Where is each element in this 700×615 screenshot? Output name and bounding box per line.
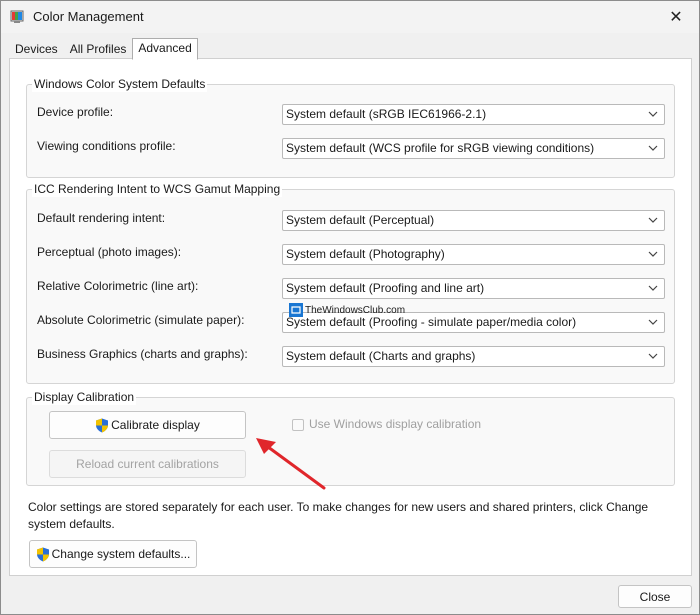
- absolute-colorimetric-value: System default (Proofing - simulate pape…: [286, 315, 577, 329]
- chevron-down-icon: [648, 251, 658, 257]
- color-management-window: Color Management ✕ Devices All Profiles …: [0, 0, 700, 615]
- uac-shield-icon: [36, 547, 49, 561]
- perceptual-dropdown[interactable]: System default (Photography): [282, 244, 665, 265]
- watermark-logo-icon: [289, 303, 303, 317]
- default-intent-dropdown[interactable]: System default (Perceptual): [282, 210, 665, 231]
- use-windows-calibration-checkbox[interactable]: [292, 419, 304, 431]
- color-management-app-icon: [10, 10, 24, 23]
- absolute-colorimetric-label: Absolute Colorimetric (simulate paper):: [37, 313, 245, 327]
- chevron-down-icon: [648, 217, 658, 223]
- default-intent-value: System default (Perceptual): [286, 213, 435, 227]
- default-intent-label: Default rendering intent:: [37, 211, 166, 225]
- chevron-down-icon: [648, 285, 658, 291]
- chevron-down-icon: [648, 319, 658, 325]
- window-title: Color Management: [33, 9, 144, 24]
- viewing-conditions-value: System default (WCS profile for sRGB vie…: [286, 141, 595, 155]
- icc-mapping-group: ICC Rendering Intent to WCS Gamut Mappin…: [26, 181, 675, 384]
- close-icon: ✕: [669, 9, 683, 26]
- device-profile-label: Device profile:: [37, 105, 114, 119]
- change-system-defaults-button[interactable]: Change system defaults...: [29, 540, 197, 568]
- relative-colorimetric-label: Relative Colorimetric (line art):: [37, 279, 199, 293]
- use-windows-calibration-label: Use Windows display calibration: [309, 417, 482, 431]
- icc-mapping-title: ICC Rendering Intent to WCS Gamut Mappin…: [32, 181, 283, 197]
- perceptual-label: Perceptual (photo images):: [37, 245, 182, 259]
- reload-calibrations-button[interactable]: Reload current calibrations: [49, 450, 246, 478]
- device-profile-dropdown[interactable]: System default (sRGB IEC61966-2.1): [282, 104, 665, 125]
- window-close-button[interactable]: ✕: [653, 1, 699, 33]
- tab-advanced[interactable]: Advanced: [132, 38, 198, 60]
- calibrate-display-button[interactable]: Calibrate display: [49, 411, 246, 439]
- business-graphics-label: Business Graphics (charts and graphs):: [37, 347, 248, 361]
- business-graphics-value: System default (Charts and graphs): [286, 349, 476, 363]
- advanced-tab-panel: Windows Color System Defaults Device pro…: [9, 58, 692, 576]
- watermark: TheWindowsClub.com: [289, 303, 405, 317]
- title-bar: Color Management ✕: [1, 1, 699, 33]
- display-calibration-title: Display Calibration: [32, 389, 137, 405]
- viewing-conditions-label: Viewing conditions profile:: [37, 139, 176, 153]
- watermark-text: TheWindowsClub.com: [305, 304, 406, 316]
- viewing-conditions-dropdown[interactable]: System default (WCS profile for sRGB vie…: [282, 138, 665, 159]
- reload-calibrations-label: Reload current calibrations: [76, 457, 219, 471]
- wcs-defaults-group: Windows Color System Defaults Device pro…: [26, 76, 675, 178]
- tab-all-profiles[interactable]: All Profiles: [64, 39, 133, 59]
- calibrate-display-label: Calibrate display: [111, 418, 200, 432]
- uac-shield-icon: [96, 418, 109, 432]
- close-button[interactable]: Close: [618, 585, 692, 608]
- info-text: Color settings are stored separately for…: [28, 500, 649, 531]
- chevron-down-icon: [648, 353, 658, 359]
- change-system-defaults-label: Change system defaults...: [51, 547, 191, 561]
- business-graphics-dropdown[interactable]: System default (Charts and graphs): [282, 346, 665, 367]
- relative-colorimetric-value: System default (Proofing and line art): [286, 281, 485, 295]
- chevron-down-icon: [648, 111, 658, 117]
- tab-devices[interactable]: Devices: [9, 39, 64, 59]
- close-button-label: Close: [639, 589, 671, 604]
- annotation-arrow-icon: [256, 438, 326, 490]
- chevron-down-icon: [648, 145, 658, 151]
- tab-strip: Devices All Profiles Advanced: [9, 38, 198, 60]
- wcs-defaults-title: Windows Color System Defaults: [32, 76, 208, 92]
- perceptual-value: System default (Photography): [286, 247, 445, 261]
- relative-colorimetric-dropdown[interactable]: System default (Proofing and line art): [282, 278, 665, 299]
- display-calibration-group: Display Calibration Calibrate display Re…: [26, 389, 675, 490]
- device-profile-value: System default (sRGB IEC61966-2.1): [286, 107, 487, 121]
